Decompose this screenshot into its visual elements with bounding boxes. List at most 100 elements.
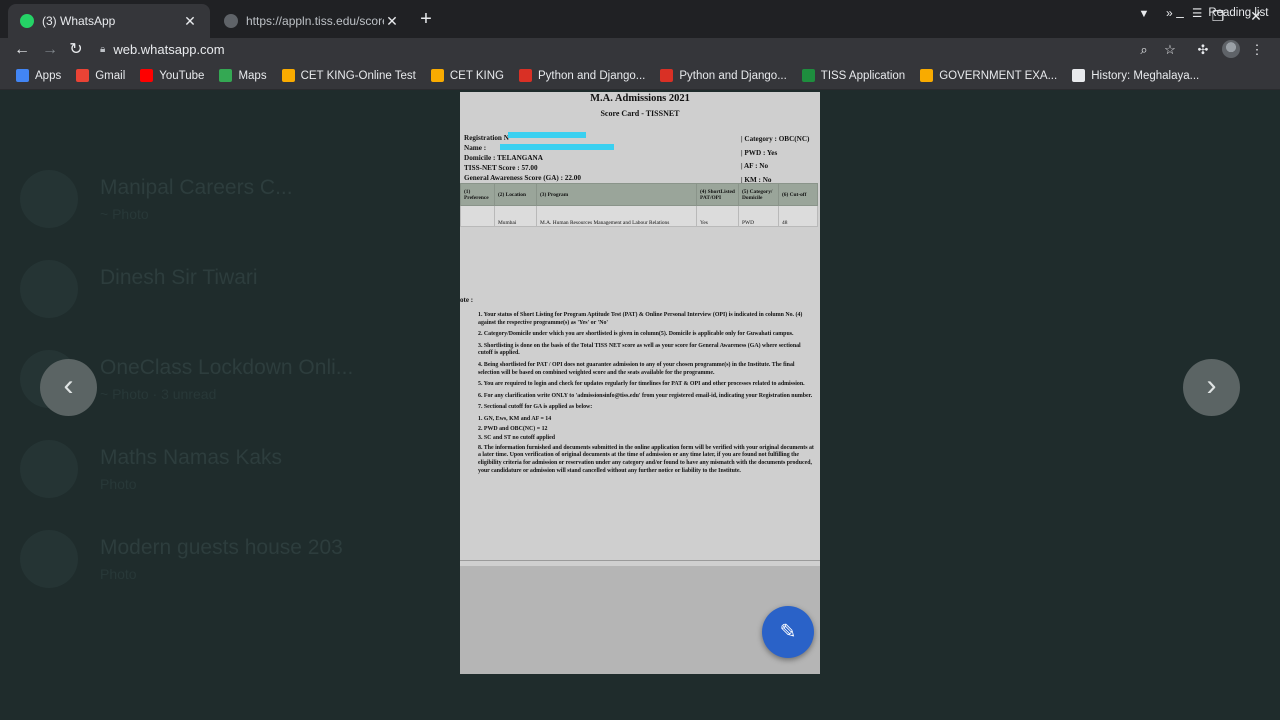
bookmark-item[interactable]: Maps bbox=[219, 69, 267, 82]
bookmark-item[interactable]: Apps bbox=[16, 69, 61, 82]
previous-media-button[interactable]: ‹ bbox=[40, 359, 97, 416]
avatar bbox=[20, 260, 78, 318]
python-django-icon bbox=[518, 69, 532, 82]
table-cell: Mumbai bbox=[494, 205, 537, 227]
forward-button[interactable]: → bbox=[40, 40, 60, 60]
bookmark-item[interactable]: Python and Django... bbox=[518, 69, 646, 82]
tab-strip: (3) WhatsApp ✕ https://appln.tiss.edu/sc… bbox=[0, 0, 1280, 38]
chat-list-item: Dinesh Sir Tiwari bbox=[20, 260, 450, 330]
bookmark-label: Apps bbox=[35, 69, 62, 82]
table-header: (6) Cut-off bbox=[778, 183, 818, 206]
close-tab-icon[interactable]: ✕ bbox=[384, 13, 400, 29]
gmail-icon bbox=[76, 69, 90, 82]
chat-list-item: Maths Namas Kaks Photo bbox=[20, 440, 450, 510]
note-item: 2. Category/Domicile under which you are… bbox=[478, 331, 794, 338]
bookmark-label: GOVERNMENT EXA... bbox=[939, 69, 1058, 82]
python-django-icon bbox=[660, 69, 674, 82]
bookmark-label: CET KING bbox=[449, 69, 504, 82]
note-item: 7. Sectional cutoff for GA is applied as… bbox=[478, 404, 593, 411]
bookmark-item[interactable]: Gmail bbox=[76, 69, 125, 82]
address-bar[interactable]: 🔒︎ web.whatsapp.com bbox=[94, 38, 1164, 60]
profile-avatar[interactable] bbox=[1222, 40, 1240, 58]
info-category: | Category : OBC(NC) bbox=[741, 135, 810, 143]
lock-icon: 🔒︎ bbox=[100, 43, 106, 55]
bookmark-item[interactable]: CET KING-Online Test bbox=[281, 69, 416, 82]
bookmark-item[interactable]: Python and Django... bbox=[660, 69, 787, 82]
table-header: (5) Category/ Domicile bbox=[738, 183, 779, 206]
redaction-mark bbox=[508, 132, 586, 138]
globe-icon bbox=[224, 14, 238, 28]
govt-icon bbox=[920, 69, 934, 82]
bookmark-item[interactable]: GOVERNMENT EXA... bbox=[920, 69, 1057, 82]
note-item: 3. Shortlisting is done on the basis of … bbox=[478, 342, 801, 357]
page-viewport: Manipal Careers C... ~ Photo Dinesh Sir Ti… bbox=[0, 90, 1280, 720]
zoom-icon[interactable]: ⌕ bbox=[1135, 41, 1153, 59]
info-pwd: | PWD : Yes bbox=[741, 148, 778, 157]
bookmarks-bar: Apps Gmail YouTube Maps CET KING-Online Test… bbox=[0, 62, 1280, 90]
candidate-info-right: | Category : OBC(NC) | PWD : Yes | AF : … bbox=[741, 133, 809, 187]
bookmark-item[interactable]: YouTube bbox=[140, 69, 204, 82]
bookmark-label: Gmail bbox=[95, 69, 126, 82]
edit-media-button[interactable]: ✎ bbox=[762, 606, 814, 658]
chat-name: Maths Namas Kaks bbox=[100, 446, 283, 469]
bookmark-item[interactable]: TISS Application bbox=[801, 69, 905, 82]
info-tissnet-score: TISS-NET Score : 57.00 bbox=[464, 164, 538, 172]
table-cell: M.A. Human Resources Management and Labo… bbox=[536, 205, 697, 227]
avatar bbox=[20, 440, 78, 498]
note-item: 8. The information furnished and documen… bbox=[478, 444, 814, 474]
close-tab-icon[interactable]: ✕ bbox=[182, 13, 198, 29]
reading-list-button[interactable]: ☰ Reading list bbox=[1192, 6, 1268, 20]
avatar bbox=[20, 530, 78, 588]
bookmark-label: Maps bbox=[238, 69, 267, 82]
table-cell: PWD bbox=[738, 205, 779, 227]
chat-preview: ~ Photo · 3 unread bbox=[100, 386, 217, 402]
browser-toolbar: ← → ↻ 🔒︎ web.whatsapp.com ⌕ ☆ ✣ ⋮ bbox=[0, 38, 1280, 62]
table-header-row: (1) Preference (2) Location (3) Program … bbox=[460, 183, 818, 206]
info-domicile: Domicile : TELANGANA bbox=[464, 154, 543, 162]
globe-icon bbox=[1072, 69, 1086, 82]
tab-title: (3) WhatsApp bbox=[42, 14, 116, 28]
bookmark-star-icon[interactable]: ☆ bbox=[1161, 41, 1179, 59]
whatsapp-icon bbox=[20, 14, 34, 28]
candidate-info-left: Registration N Name : Domicile : TELANGA… bbox=[464, 133, 581, 183]
chat-preview: ~ Photo bbox=[100, 206, 149, 222]
bookmark-label: CET KING-Online Test bbox=[300, 69, 416, 82]
reading-list-label: Reading list bbox=[1208, 7, 1269, 19]
bookmark-label: Python and Django... bbox=[537, 69, 646, 82]
menu-icon[interactable]: ⋮ bbox=[1248, 41, 1266, 59]
table-header: (4) ShortListed PAT/OPI bbox=[696, 183, 739, 206]
note-item: 4. Being shortlisted for PAT / OPI does … bbox=[478, 361, 795, 376]
note-item: 6. For any clarification write ONLY to '… bbox=[478, 392, 813, 399]
tab-whatsapp[interactable]: (3) WhatsApp ✕ bbox=[8, 4, 210, 38]
chat-preview: Photo bbox=[100, 566, 137, 582]
minimize-button[interactable]: – bbox=[1170, 8, 1190, 24]
new-tab-button[interactable]: + bbox=[416, 9, 436, 30]
chat-name: Modern guests house 203 bbox=[100, 536, 343, 559]
note-item: 3. SC and ST no cutoff applied bbox=[478, 435, 555, 442]
youtube-icon bbox=[140, 69, 154, 82]
table-row: Mumbai M.A. Human Resources Management a… bbox=[460, 205, 818, 227]
extensions-icon[interactable]: ✣ bbox=[1194, 41, 1212, 59]
back-button[interactable]: ← bbox=[12, 40, 32, 60]
tab-search-icon[interactable]: ▼ bbox=[1134, 8, 1154, 20]
scorecard-subtitle: Score Card - TISSNET bbox=[600, 109, 680, 118]
chat-name: Manipal Careers C... bbox=[100, 176, 293, 199]
notes-list: 1. Your status of Short Listing for Prog… bbox=[478, 312, 816, 479]
bookmarks-overflow-button[interactable]: » bbox=[1166, 6, 1173, 20]
table-cell: Yes bbox=[696, 205, 739, 227]
bookmark-item[interactable]: History: Meghalaya... bbox=[1072, 69, 1199, 82]
chat-list-item: Modern guests house 203 Photo bbox=[20, 530, 450, 600]
reload-button[interactable]: ↻ bbox=[66, 40, 86, 60]
scorecard-image: M.A. Admissions 2021 Score Card - TISSNE… bbox=[460, 92, 820, 674]
next-media-button[interactable]: › bbox=[1183, 359, 1240, 416]
note-item: 1. GN, Ews, KM and AF = 14 bbox=[478, 415, 552, 422]
bookmark-item[interactable]: CET KING bbox=[430, 69, 504, 82]
cetking-icon bbox=[281, 69, 295, 82]
reading-list-icon: ☰ bbox=[1192, 8, 1203, 20]
table-header: (3) Program bbox=[536, 183, 697, 206]
apps-grid-icon bbox=[16, 69, 29, 82]
table-header: (2) Location bbox=[494, 183, 537, 206]
tab-tiss-scorecard[interactable]: https://appln.tiss.edu/scorecard/ ✕ bbox=[212, 4, 412, 38]
avatar bbox=[20, 170, 78, 228]
cetking-icon bbox=[430, 69, 444, 82]
